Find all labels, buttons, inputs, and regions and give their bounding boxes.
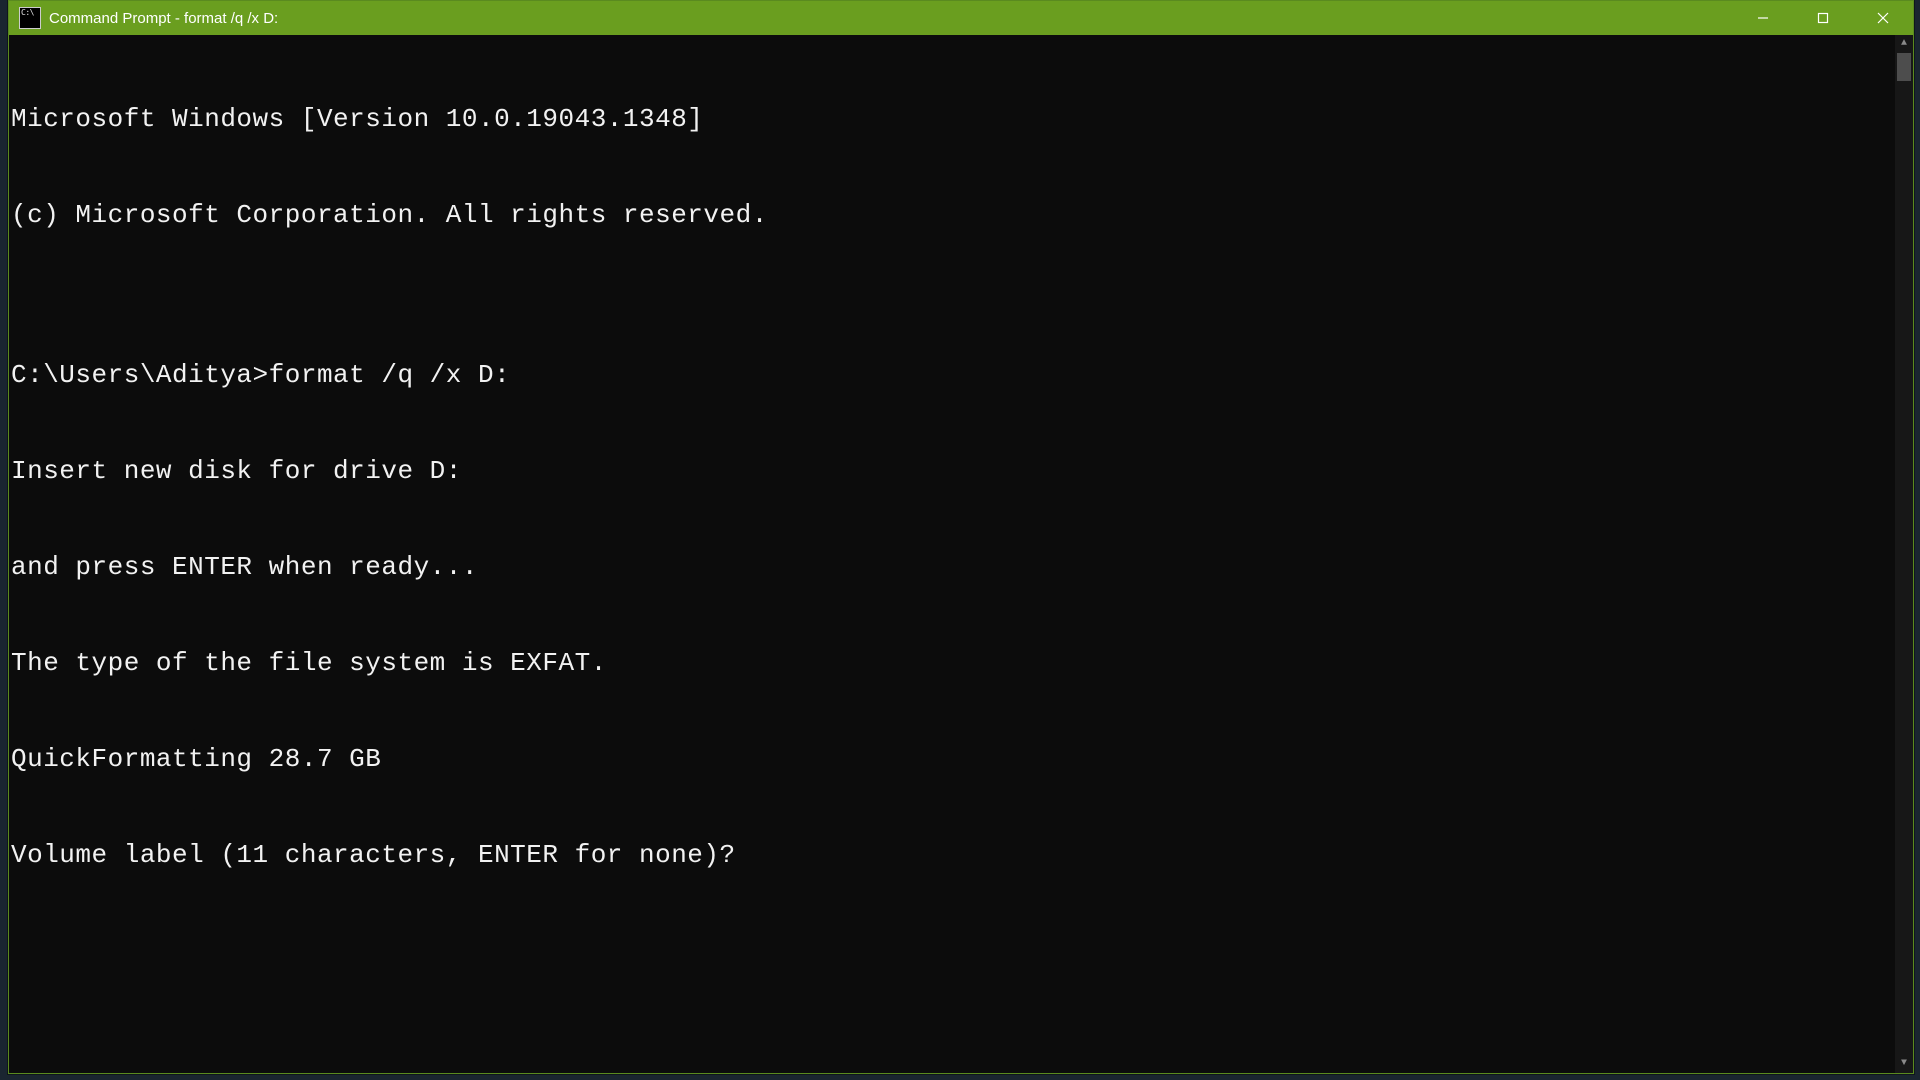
maximize-icon bbox=[1817, 12, 1829, 24]
command-prompt-window: Command Prompt - format /q /x D: Microso… bbox=[8, 0, 1914, 1074]
close-icon bbox=[1877, 12, 1889, 24]
scroll-track[interactable] bbox=[1895, 53, 1913, 1055]
terminal-line: (c) Microsoft Corporation. All rights re… bbox=[11, 199, 1895, 231]
terminal-output[interactable]: Microsoft Windows [Version 10.0.19043.13… bbox=[9, 35, 1895, 1073]
vertical-scrollbar[interactable]: ▲ ▼ bbox=[1895, 35, 1913, 1073]
terminal-line: C:\Users\Aditya>format /q /x D: bbox=[11, 359, 1895, 391]
minimize-icon bbox=[1757, 12, 1769, 24]
terminal-area: Microsoft Windows [Version 10.0.19043.13… bbox=[9, 35, 1913, 1073]
terminal-line: The type of the file system is EXFAT. bbox=[11, 647, 1895, 679]
terminal-line: QuickFormatting 28.7 GB bbox=[11, 743, 1895, 775]
minimize-button[interactable] bbox=[1733, 1, 1793, 35]
maximize-button[interactable] bbox=[1793, 1, 1853, 35]
terminal-line: and press ENTER when ready... bbox=[11, 551, 1895, 583]
scroll-up-arrow-icon[interactable]: ▲ bbox=[1895, 35, 1913, 53]
terminal-line: Volume label (11 characters, ENTER for n… bbox=[11, 839, 1895, 871]
window-controls bbox=[1733, 1, 1913, 35]
titlebar[interactable]: Command Prompt - format /q /x D: bbox=[9, 1, 1913, 35]
close-button[interactable] bbox=[1853, 1, 1913, 35]
cmd-icon bbox=[19, 7, 41, 29]
window-title: Command Prompt - format /q /x D: bbox=[49, 10, 1733, 27]
scroll-thumb[interactable] bbox=[1897, 53, 1911, 81]
scroll-down-arrow-icon[interactable]: ▼ bbox=[1895, 1055, 1913, 1073]
terminal-line: Insert new disk for drive D: bbox=[11, 455, 1895, 487]
terminal-line: Microsoft Windows [Version 10.0.19043.13… bbox=[11, 103, 1895, 135]
